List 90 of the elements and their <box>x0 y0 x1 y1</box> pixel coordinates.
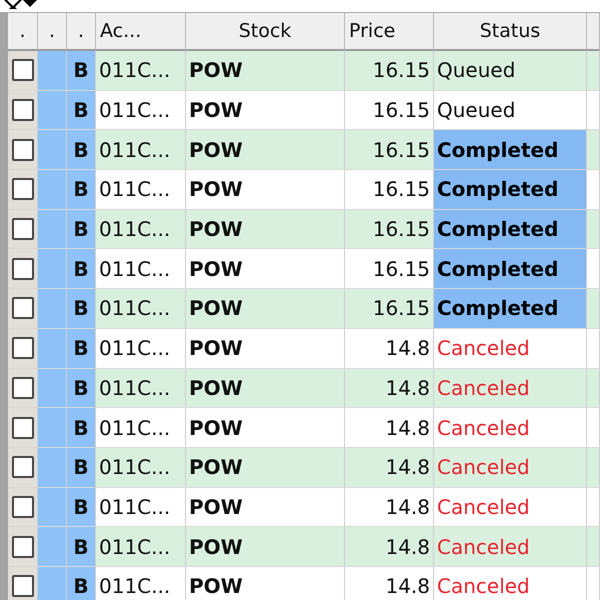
table-cell: B <box>73 58 89 82</box>
table-row[interactable]: B 011C... POW 14.8 Canceled <box>8 566 600 600</box>
table-row[interactable]: B 011C... POW 16.15 Completed <box>8 130 600 170</box>
checkbox[interactable] <box>12 218 34 240</box>
table-cell: 011C... <box>99 296 170 320</box>
table-row[interactable]: B 011C... POW 14.8 Canceled <box>8 408 600 448</box>
table-row[interactable]: B 011C... POW 16.15 Queued <box>8 51 600 91</box>
checkbox[interactable] <box>12 258 34 280</box>
checkbox[interactable] <box>12 416 34 439</box>
table-cell: B <box>73 455 89 480</box>
table-cell: 16.15 <box>372 58 430 82</box>
table-cell: POW <box>189 256 243 281</box>
status-cell: Completed <box>434 249 587 290</box>
table-cell: POW <box>189 336 243 360</box>
checkbox[interactable] <box>12 376 34 399</box>
table-cell: B <box>73 336 89 360</box>
checkbox[interactable] <box>12 178 34 200</box>
table-cell: 011C... <box>99 494 170 519</box>
table-cell: 011C... <box>99 455 170 480</box>
checkbox[interactable] <box>12 337 34 360</box>
table-cell: 011C... <box>99 416 170 440</box>
table-cell: POW <box>189 177 243 202</box>
table-cell: B <box>73 416 89 440</box>
table-cell: 011C... <box>99 574 170 598</box>
table-cell: B <box>73 574 89 598</box>
table-cell: 14.8 <box>385 574 430 598</box>
table-cell: 14.8 <box>385 416 430 440</box>
table-row[interactable]: B 011C... POW 14.8 Canceled <box>8 448 600 488</box>
table-cell: POW <box>189 455 243 480</box>
table-row[interactable]: B 011C... POW 16.15 Completed <box>8 249 600 290</box>
status-cell: Completed <box>434 130 587 170</box>
table-cell: 011C... <box>99 256 170 281</box>
table-cell: 011C... <box>99 98 170 122</box>
table-cell: B <box>73 177 89 202</box>
table-cell: 14.8 <box>385 534 430 559</box>
table-row[interactable]: B 011C... POW 14.8 Canceled <box>8 527 600 567</box>
status-cell: Completed <box>434 210 587 250</box>
table-cell: 16.15 <box>372 177 430 202</box>
table-cell: POW <box>189 416 243 440</box>
table-cell: 14.8 <box>385 336 430 360</box>
table-row[interactable]: B 011C... POW 16.15 Completed <box>8 170 600 210</box>
checkbox[interactable] <box>12 496 34 518</box>
status-cell: Completed <box>434 289 587 329</box>
table-cell: 16.15 <box>372 217 430 242</box>
checkbox[interactable] <box>12 536 34 558</box>
table-cell: B <box>73 98 89 122</box>
table-cell: POW <box>189 376 243 400</box>
table-cell: POW <box>189 58 243 82</box>
checkbox[interactable] <box>12 297 34 320</box>
table-row[interactable]: B 011C... POW 14.8 Canceled <box>8 328 600 368</box>
table-cell: B <box>73 256 89 281</box>
checkbox[interactable] <box>12 59 34 82</box>
table-cell: POW <box>189 138 243 162</box>
checkbox[interactable] <box>12 575 34 598</box>
table-cell: POW <box>189 574 243 598</box>
table-cell: B <box>73 217 89 242</box>
status-cell: Completed <box>434 170 587 210</box>
table-cell: 011C... <box>99 177 170 202</box>
checkbox[interactable] <box>12 138 34 161</box>
table-row[interactable]: B 011C... POW 16.15 Completed <box>8 210 600 250</box>
table-cell: 14.8 <box>385 494 430 519</box>
checkbox[interactable] <box>12 99 34 122</box>
table-cell: B <box>73 296 89 320</box>
table-cell: B <box>73 376 89 400</box>
status-cell: Canceled <box>434 566 587 600</box>
table-cell: POW <box>189 494 243 519</box>
table-cell: 011C... <box>99 376 170 400</box>
table-cell: 011C... <box>99 138 170 162</box>
table-cell: POW <box>189 98 243 122</box>
table-cell: POW <box>189 296 243 320</box>
table-cell: 011C... <box>99 336 170 360</box>
table-cell: 14.8 <box>385 455 430 480</box>
table-cell: B <box>73 138 89 162</box>
table-row[interactable]: B 011C... POW 16.15 Completed <box>8 289 600 329</box>
table-cell: 011C... <box>99 58 170 82</box>
table-row[interactable]: B 011C... POW 14.8 Canceled <box>8 368 600 408</box>
table-cell: POW <box>189 217 243 242</box>
checkbox[interactable] <box>12 456 34 478</box>
table-cell: 14.8 <box>385 376 430 400</box>
table-cell: POW <box>189 534 243 559</box>
table-cell: 011C... <box>99 534 170 559</box>
table-row[interactable]: B 011C... POW 16.15 Queued <box>8 90 600 130</box>
table-cell: 16.15 <box>372 256 430 281</box>
table-cell: B <box>73 494 89 519</box>
table-row[interactable]: B 011C... POW 14.8 Canceled <box>8 488 600 528</box>
table-cell: 011C... <box>99 217 170 242</box>
table-cell: B <box>73 534 89 559</box>
table-cell: 16.15 <box>372 296 430 320</box>
table-cell: 16.15 <box>372 138 430 162</box>
table-cell: 16.15 <box>372 98 430 122</box>
